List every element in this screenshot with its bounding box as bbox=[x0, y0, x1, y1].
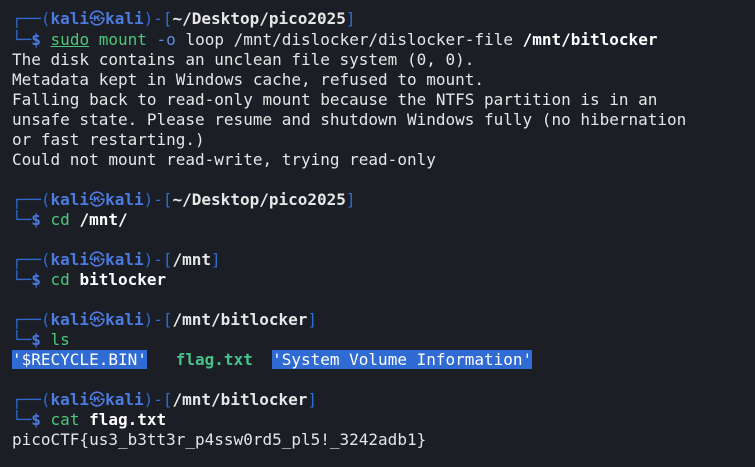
prompt-separator: )-[ bbox=[143, 9, 173, 28]
flag-output: picoCTF{us3_b3tt3r_p4ssw0rd5_pl5!_3242ad… bbox=[12, 430, 427, 449]
prompt-dollar: $ bbox=[31, 210, 41, 229]
prompt-bracket-close: ] bbox=[307, 390, 318, 409]
output-line: Could not mount read-write, trying read-… bbox=[12, 150, 436, 169]
kali-skull-icon: ㉿ bbox=[89, 190, 106, 209]
prompt-separator: )-[ bbox=[143, 310, 173, 329]
ls-output: '$RECYCLE.BIN' flag.txt 'System Volume I… bbox=[12, 350, 533, 370]
prompt-directory: /mnt/bitlocker bbox=[172, 310, 308, 329]
prompt-box-top: ┌──( bbox=[12, 250, 51, 269]
output-line: Metadata kept in Windows cache, refused … bbox=[12, 70, 485, 89]
kali-skull-icon: ㉿ bbox=[89, 390, 106, 409]
prompt-separator: )-[ bbox=[143, 250, 173, 269]
prompt-user: kali bbox=[50, 190, 90, 209]
prompt-directory: ~/Desktop/pico2025 bbox=[172, 190, 346, 209]
prompt-host: kali bbox=[105, 310, 144, 329]
prompt-separator: )-[ bbox=[143, 390, 173, 409]
command-name: cat bbox=[50, 410, 80, 429]
command-name: cd bbox=[50, 270, 70, 289]
directory-entry: '$RECYCLE.BIN' bbox=[12, 350, 147, 369]
command-name: cd bbox=[50, 210, 70, 229]
prompt-user: kali bbox=[50, 9, 90, 28]
file-entry: flag.txt bbox=[175, 350, 253, 369]
command-target: bitlocker bbox=[79, 270, 167, 289]
command-option: -o bbox=[156, 30, 176, 49]
command-line: └─$ cat flag.txt bbox=[12, 410, 166, 430]
prompt-bracket-close: ] bbox=[211, 250, 221, 269]
command-target: flag.txt bbox=[89, 410, 167, 429]
prompt-user: kali bbox=[50, 310, 90, 329]
prompt-directory: /mnt/bitlocker bbox=[172, 390, 308, 409]
prompt-host: kali bbox=[105, 250, 144, 269]
terminal-window[interactable]: ┌──(kali㉿kali)-[~/Desktop/pico2025] └─$ … bbox=[0, 0, 755, 467]
prompt-separator: )-[ bbox=[143, 190, 173, 209]
kali-skull-icon: ㉿ bbox=[89, 9, 106, 28]
prompt-box-top: ┌──( bbox=[12, 190, 51, 209]
prompt-box-top: ┌──( bbox=[12, 390, 51, 409]
command-line: └─$ sudo mount -o loop /mnt/dislocker/di… bbox=[12, 30, 657, 50]
command-line: └─$ cd /mnt/ bbox=[12, 210, 128, 230]
command-target: /mnt/ bbox=[79, 210, 128, 229]
prompt-bracket-close: ] bbox=[345, 9, 356, 28]
command-line: └─$ ls bbox=[12, 330, 70, 350]
prompt-line: ┌──(kali㉿kali)-[/mnt] bbox=[12, 250, 221, 270]
prompt-user: kali bbox=[50, 390, 90, 409]
prompt-dollar: $ bbox=[31, 270, 41, 289]
command-sudo: sudo bbox=[50, 30, 90, 49]
prompt-box-bottom: └─ bbox=[12, 270, 32, 289]
prompt-box-bottom: └─ bbox=[12, 330, 32, 349]
output-line: The disk contains an unclean file system… bbox=[12, 50, 475, 69]
prompt-box-bottom: └─ bbox=[12, 210, 32, 229]
prompt-bracket-close: ] bbox=[307, 310, 318, 329]
kali-skull-icon: ㉿ bbox=[89, 310, 106, 329]
output-line: or fast restarting.) bbox=[12, 130, 205, 149]
command-name: mount bbox=[98, 30, 147, 49]
command-name: ls bbox=[50, 330, 70, 349]
prompt-host: kali bbox=[105, 190, 144, 209]
output-line: unsafe state. Please resume and shutdown… bbox=[12, 110, 687, 129]
prompt-directory: ~/Desktop/pico2025 bbox=[172, 9, 346, 28]
prompt-dollar: $ bbox=[31, 30, 41, 49]
prompt-box-bottom: └─ bbox=[12, 30, 32, 49]
command-args: loop /mnt/dislocker/dislocker-file bbox=[185, 30, 513, 49]
prompt-line: ┌──(kali㉿kali)-[~/Desktop/pico2025] bbox=[12, 190, 356, 210]
kali-skull-icon: ㉿ bbox=[89, 250, 106, 269]
prompt-dollar: $ bbox=[31, 410, 41, 429]
prompt-directory: /mnt bbox=[172, 250, 212, 269]
prompt-dollar: $ bbox=[31, 330, 41, 349]
directory-entry: 'System Volume Information' bbox=[272, 350, 533, 369]
prompt-line: ┌──(kali㉿kali)-[/mnt/bitlocker] bbox=[12, 390, 317, 410]
prompt-box-bottom: └─ bbox=[12, 410, 32, 429]
prompt-host: kali bbox=[105, 9, 144, 28]
command-target: /mnt/bitlocker bbox=[522, 30, 658, 49]
prompt-box-top: ┌──( bbox=[12, 9, 51, 28]
prompt-box-top: ┌──( bbox=[12, 310, 51, 329]
prompt-host: kali bbox=[105, 390, 144, 409]
prompt-bracket-close: ] bbox=[345, 190, 356, 209]
prompt-user: kali bbox=[50, 250, 90, 269]
prompt-line: ┌──(kali㉿kali)-[/mnt/bitlocker] bbox=[12, 310, 317, 330]
command-line: └─$ cd bitlocker bbox=[12, 270, 166, 290]
prompt-line: ┌──(kali㉿kali)-[~/Desktop/pico2025] bbox=[12, 9, 356, 29]
output-line: Falling back to read-only mount because … bbox=[12, 90, 658, 109]
